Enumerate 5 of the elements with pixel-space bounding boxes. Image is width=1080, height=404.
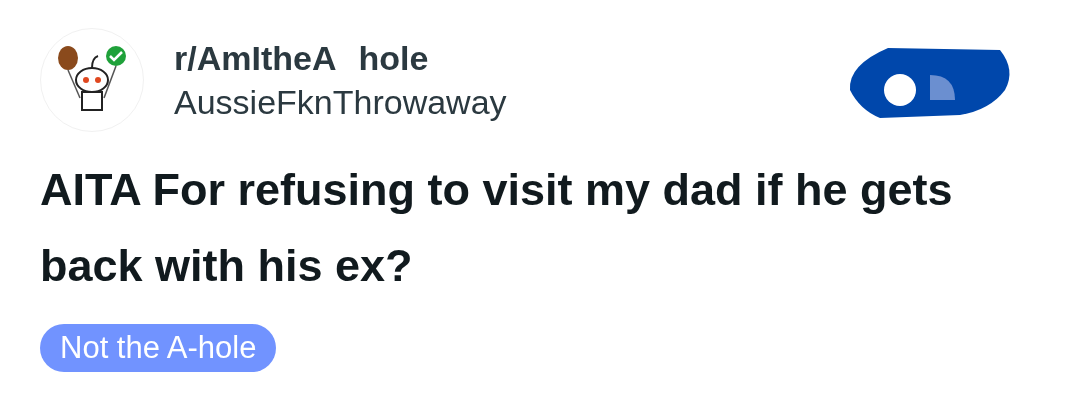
author-name[interactable]: AussieFknThrowaway (174, 80, 507, 124)
flair-tag: Not the A-hole (40, 324, 277, 372)
post-title: AITA For refusing to visit my dad if he gets back with his ex? (40, 163, 954, 293)
subreddit-name[interactable]: hole (358, 36, 429, 80)
subreddit-name[interactable]: r/AmItheA (174, 36, 337, 80)
